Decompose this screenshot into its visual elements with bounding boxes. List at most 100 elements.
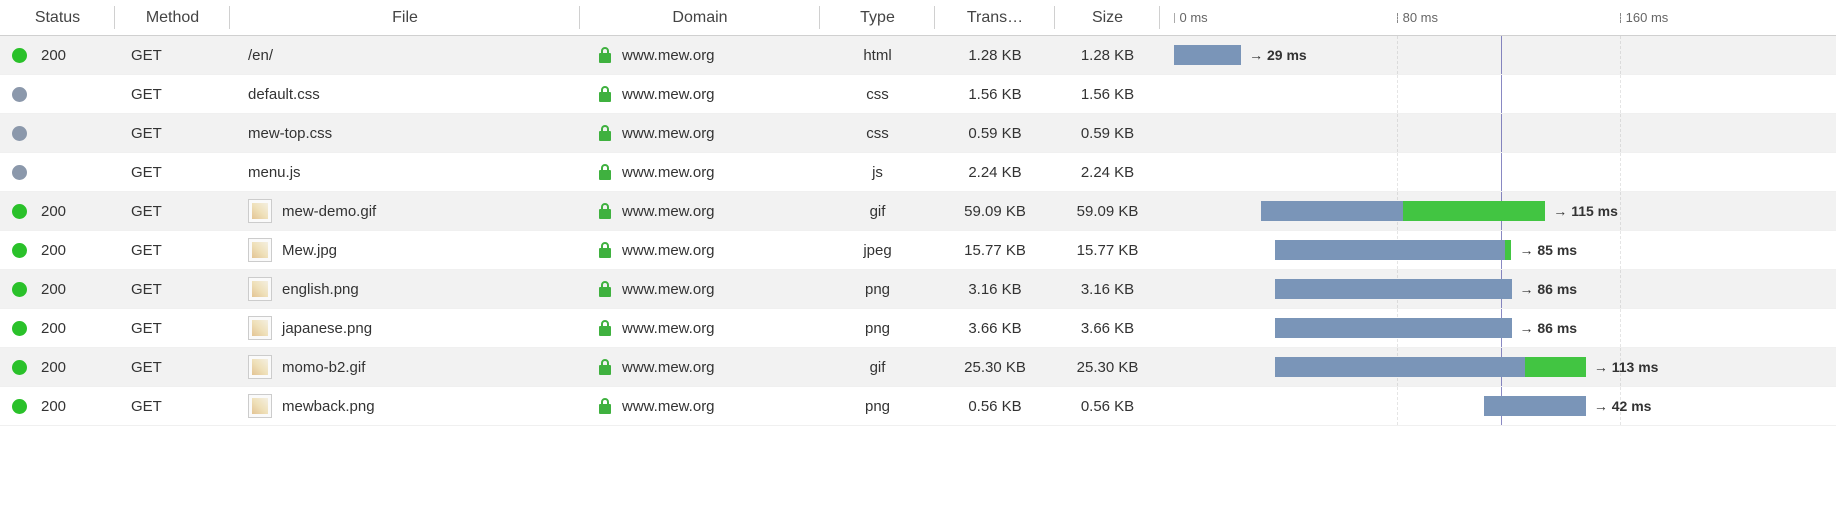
cell-timeline: → 86 ms <box>1160 309 1836 347</box>
table-header-row: Status Method File Domain Type Trans… Si… <box>0 0 1836 36</box>
waterfall-bar[interactable]: → 42 ms <box>1484 396 1651 416</box>
waterfall-timing-label: → 86 ms <box>1520 320 1578 336</box>
lock-icon <box>598 358 612 376</box>
request-row[interactable]: GETmenu.jswww.mew.orgjs2.24 KB2.24 KB <box>0 153 1836 192</box>
domain-name: www.mew.org <box>622 203 715 220</box>
cell-method: GET <box>115 359 230 376</box>
timeline-gridline <box>1397 114 1398 152</box>
cell-file: menu.js <box>230 164 580 181</box>
cell-transferred: 1.56 KB <box>935 86 1055 103</box>
file-name: menu.js <box>248 164 301 181</box>
file-thumbnail-icon <box>248 394 272 418</box>
waterfall-wait-segment <box>1174 45 1242 65</box>
status-code: 200 <box>41 320 66 337</box>
waterfall-timing-label: → 113 ms <box>1594 359 1659 375</box>
cell-size: 25.30 KB <box>1055 359 1160 376</box>
domain-name: www.mew.org <box>622 47 715 64</box>
status-dot-icon <box>12 360 27 375</box>
cell-timeline <box>1160 153 1836 191</box>
waterfall-bar[interactable]: → 86 ms <box>1275 318 1577 338</box>
cell-timeline <box>1160 75 1836 113</box>
file-thumbnail-icon <box>248 316 272 340</box>
domain-name: www.mew.org <box>622 125 715 142</box>
lock-icon <box>598 280 612 298</box>
cell-method: GET <box>115 47 230 64</box>
cell-status: 200 <box>0 281 115 298</box>
cell-status: 200 <box>0 320 115 337</box>
cell-domain: www.mew.org <box>580 241 820 259</box>
waterfall-bar[interactable]: → 86 ms <box>1275 279 1577 299</box>
cell-domain: www.mew.org <box>580 358 820 376</box>
request-row[interactable]: 200GETjapanese.pngwww.mew.orgpng3.66 KB3… <box>0 309 1836 348</box>
waterfall-bar[interactable]: → 29 ms <box>1174 45 1307 65</box>
cell-domain: www.mew.org <box>580 319 820 337</box>
cell-method: GET <box>115 203 230 220</box>
cell-domain: www.mew.org <box>580 124 820 142</box>
header-type[interactable]: Type <box>820 0 935 35</box>
request-row[interactable]: GETdefault.csswww.mew.orgcss1.56 KB1.56 … <box>0 75 1836 114</box>
timeline-gridline <box>1620 75 1621 113</box>
cell-timeline: → 86 ms <box>1160 270 1836 308</box>
file-name: mewback.png <box>282 398 375 415</box>
cell-domain: www.mew.org <box>580 85 820 103</box>
lock-icon <box>598 202 612 220</box>
timeline-marker <box>1501 153 1502 191</box>
table-body: 200GET/en/www.mew.orghtml1.28 KB1.28 KB→… <box>0 36 1836 426</box>
request-row[interactable]: 200GET/en/www.mew.orghtml1.28 KB1.28 KB→… <box>0 36 1836 75</box>
cell-status: 200 <box>0 203 115 220</box>
status-code: 200 <box>41 359 66 376</box>
request-row[interactable]: 200GETmewback.pngwww.mew.orgpng0.56 KB0.… <box>0 387 1836 426</box>
cell-domain: www.mew.org <box>580 46 820 64</box>
waterfall-timing-label: → 115 ms <box>1553 203 1618 219</box>
status-code: 200 <box>41 203 66 220</box>
file-name: default.css <box>248 86 320 103</box>
header-status[interactable]: Status <box>0 0 115 35</box>
timeline-gridline <box>1620 270 1621 308</box>
timeline-gridline <box>1620 231 1621 269</box>
cell-timeline: → 113 ms <box>1160 348 1836 386</box>
cell-file: momo-b2.gif <box>230 355 580 379</box>
header-transferred[interactable]: Trans… <box>935 0 1055 35</box>
header-domain[interactable]: Domain <box>580 0 820 35</box>
header-size[interactable]: Size <box>1055 0 1160 35</box>
cell-method: GET <box>115 398 230 415</box>
request-row[interactable]: 200GETmomo-b2.gifwww.mew.orggif25.30 KB2… <box>0 348 1836 387</box>
header-timeline[interactable]: 0 ms80 ms160 ms <box>1160 0 1836 35</box>
file-name: mew-demo.gif <box>282 203 376 220</box>
waterfall-wait-segment <box>1275 357 1525 377</box>
status-dot-icon <box>12 126 27 141</box>
cell-domain: www.mew.org <box>580 202 820 220</box>
domain-name: www.mew.org <box>622 164 715 181</box>
file-thumbnail-icon <box>248 355 272 379</box>
cell-domain: www.mew.org <box>580 397 820 415</box>
timeline-gridline <box>1397 36 1398 74</box>
request-row[interactable]: 200GETmew-demo.gifwww.mew.orggif59.09 KB… <box>0 192 1836 231</box>
timeline-gridline <box>1620 192 1621 230</box>
request-row[interactable]: GETmew-top.csswww.mew.orgcss0.59 KB0.59 … <box>0 114 1836 153</box>
timeline-marker <box>1501 75 1502 113</box>
domain-name: www.mew.org <box>622 398 715 415</box>
waterfall-bar[interactable]: → 115 ms <box>1261 201 1618 221</box>
header-method[interactable]: Method <box>115 0 230 35</box>
waterfall-receive-segment <box>1403 201 1545 221</box>
cell-size: 59.09 KB <box>1055 203 1160 220</box>
cell-size: 3.66 KB <box>1055 320 1160 337</box>
cell-type: png <box>820 320 935 337</box>
waterfall-wait-segment <box>1275 279 1512 299</box>
waterfall-bar[interactable]: → 113 ms <box>1275 357 1659 377</box>
lock-icon <box>598 241 612 259</box>
waterfall-bar[interactable]: → 85 ms <box>1275 240 1577 260</box>
status-dot-icon <box>12 321 27 336</box>
cell-transferred: 3.66 KB <box>935 320 1055 337</box>
file-thumbnail-icon <box>248 199 272 223</box>
request-row[interactable]: 200GETMew.jpgwww.mew.orgjpeg15.77 KB15.7… <box>0 231 1836 270</box>
cell-transferred: 15.77 KB <box>935 242 1055 259</box>
cell-timeline <box>1160 114 1836 152</box>
cell-size: 2.24 KB <box>1055 164 1160 181</box>
cell-type: png <box>820 398 935 415</box>
file-name: english.png <box>282 281 359 298</box>
request-row[interactable]: 200GETenglish.pngwww.mew.orgpng3.16 KB3.… <box>0 270 1836 309</box>
cell-domain: www.mew.org <box>580 163 820 181</box>
cell-method: GET <box>115 86 230 103</box>
header-file[interactable]: File <box>230 0 580 35</box>
